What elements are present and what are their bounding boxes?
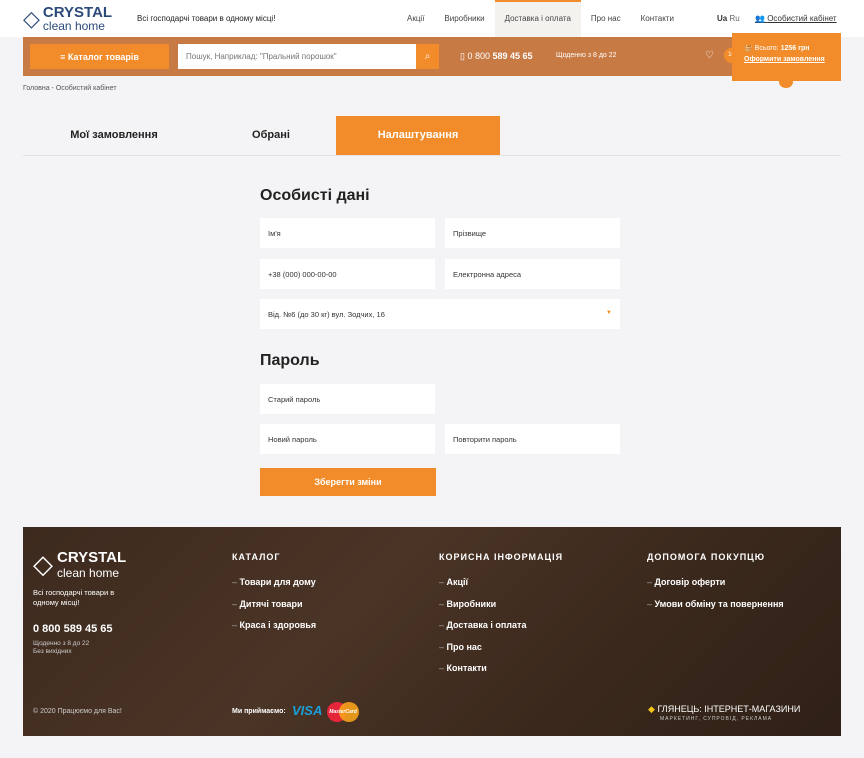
developer-logo[interactable]: ◆ ГЛЯНЕЦЬ: ІНТЕРНЕТ-МАГАЗИНИ bbox=[648, 704, 800, 715]
tab-favorites[interactable]: Обрані bbox=[189, 116, 353, 155]
repeat-password-field[interactable]: Повторити пароль bbox=[445, 424, 620, 454]
footer-slogan: Всі господарчі товари в одному місці! bbox=[33, 588, 115, 607]
work-hours: Щоденно з 8 до 22 bbox=[556, 52, 617, 59]
footer-days: Без вихідних bbox=[33, 648, 72, 655]
breadcrumb[interactable]: Головна - Особистий кабінет bbox=[23, 85, 117, 92]
footer-link[interactable]: Виробники bbox=[439, 599, 497, 609]
footer-link[interactable]: Доставка і оплата bbox=[439, 620, 527, 630]
footer-link[interactable]: Контакти bbox=[439, 663, 487, 673]
logo-line2: clean home bbox=[42, 19, 105, 33]
footer: ◇ CRYSTAL clean home Всі господарчі товар… bbox=[23, 527, 841, 736]
we-accept: Ми приймаємо: bbox=[232, 708, 286, 715]
nav-contacts[interactable]: Контакти bbox=[631, 0, 684, 37]
cart-toggle[interactable] bbox=[779, 76, 793, 88]
footer-logo[interactable]: ◇ CRYSTAL clean home bbox=[33, 549, 126, 580]
footer-link[interactable]: Товари для дому bbox=[232, 577, 316, 587]
main-nav: Акції Виробники Доставка і оплата Про на… bbox=[397, 0, 684, 37]
phone-field[interactable]: +38 (000) 000-00-00 bbox=[260, 259, 435, 289]
tab-settings[interactable]: Налаштування bbox=[336, 116, 500, 155]
save-button[interactable]: Зберегти зміни bbox=[260, 468, 436, 496]
search-button[interactable]: ⌕ bbox=[416, 44, 439, 69]
copyright: © 2020 Працюємо для Вас! bbox=[33, 708, 122, 715]
lang-ru[interactable]: Ru bbox=[729, 14, 739, 23]
language-switch: Ua Ru bbox=[717, 14, 740, 23]
help-heading: ДОПОМОГА ПОКУПЦЮ bbox=[647, 552, 766, 562]
catalog-label: Каталог товарів bbox=[67, 51, 139, 62]
footer-link[interactable]: Про нас bbox=[439, 642, 482, 652]
diamond-icon: ◇ bbox=[33, 549, 53, 579]
checkout-link[interactable]: Оформити замовлення bbox=[744, 56, 841, 63]
header-phone[interactable]: ▯ 0 800 589 45 65 bbox=[460, 51, 533, 62]
cart-total: 1256 грн bbox=[780, 45, 810, 52]
cart-panel[interactable]: 🧺 Всього: 1256 грн Оформити замовлення bbox=[732, 33, 841, 81]
heart-icon[interactable]: ♡ bbox=[705, 50, 714, 61]
slogan: Всі господарчі товари в одному місці! bbox=[137, 14, 276, 23]
cart-total-label: Всього: bbox=[754, 45, 779, 52]
phone-main: 589 45 65 bbox=[492, 51, 533, 61]
nav-brands[interactable]: Виробники bbox=[434, 0, 494, 37]
basket-icon: 🧺 bbox=[744, 45, 753, 52]
visa-logo: VISA bbox=[292, 703, 323, 718]
user-icon: 👥 bbox=[755, 14, 765, 23]
catalog-button[interactable]: ≡ Каталог товарів bbox=[30, 44, 169, 69]
chevron-down-icon: ▼ bbox=[606, 310, 612, 316]
nav-delivery[interactable]: Доставка і оплата bbox=[494, 0, 581, 37]
dev-subtitle: МАРКЕТИНГ, СУПРОВІД, РЕКЛАМА bbox=[660, 716, 773, 722]
old-password-field[interactable]: Старий пароль bbox=[260, 384, 435, 414]
footer-logo-line1: CRYSTAL bbox=[57, 549, 127, 566]
search-input[interactable] bbox=[178, 44, 416, 69]
search-icon: ⌕ bbox=[424, 51, 431, 62]
footer-logo-line2: clean home bbox=[57, 566, 120, 580]
footer-link[interactable]: Акції bbox=[439, 577, 469, 587]
last-name-field[interactable]: Прізвище bbox=[445, 218, 620, 248]
password-title: Пароль bbox=[260, 352, 320, 369]
delivery-select[interactable]: Від. №6 (до 30 кг) вул. Зодчих, 16 ▼ bbox=[260, 299, 620, 329]
menu-icon: ≡ bbox=[60, 51, 68, 62]
lang-ua[interactable]: Ua bbox=[717, 14, 727, 23]
account-link[interactable]: 👥 Особистий кабінет bbox=[755, 14, 837, 23]
footer-phone[interactable]: 0 800 589 45 65 bbox=[33, 623, 113, 635]
dev-icon: ◆ bbox=[648, 704, 655, 714]
account-label: Особистий кабінет bbox=[767, 14, 837, 23]
footer-link[interactable]: Договір оферти bbox=[647, 577, 726, 587]
mastercard-text: MasterCard bbox=[329, 709, 357, 715]
dev-name: ГЛЯНЕЦЬ: ІНТЕРНЕТ-МАГАЗИНИ bbox=[657, 704, 801, 714]
logo[interactable]: ◇ CRYSTAL clean home bbox=[23, 4, 113, 33]
footer-hours: Щоденно з 8 до 22 bbox=[33, 640, 90, 647]
first-name-field[interactable]: Ім'я bbox=[260, 218, 435, 248]
delivery-value: Від. №6 (до 30 кг) вул. Зодчих, 16 bbox=[268, 310, 385, 319]
personal-title: Особисті дані bbox=[260, 187, 370, 204]
email-field[interactable]: Електронна адреса bbox=[445, 259, 620, 289]
footer-link[interactable]: Краса і здоровья bbox=[232, 620, 317, 630]
new-password-field[interactable]: Новий пароль bbox=[260, 424, 435, 454]
tab-orders[interactable]: Мої замовлення bbox=[32, 116, 196, 155]
phone-prefix: 0 800 bbox=[467, 51, 493, 61]
nav-promo[interactable]: Акції bbox=[397, 0, 434, 37]
info-heading: КОРИСНА ІНФОРМАЦІЯ bbox=[439, 552, 564, 562]
nav-about[interactable]: Про нас bbox=[581, 0, 631, 37]
tabs-divider bbox=[23, 155, 841, 156]
diamond-icon: ◇ bbox=[23, 6, 40, 31]
mastercard-logo: MasterCard bbox=[327, 702, 359, 722]
logo-line1: CRYSTAL bbox=[42, 4, 113, 21]
catalog-heading: КАТАЛОГ bbox=[232, 552, 281, 562]
footer-link[interactable]: Дитячі товари bbox=[232, 599, 303, 609]
footer-link[interactable]: Умови обміну та повернення bbox=[647, 599, 784, 609]
